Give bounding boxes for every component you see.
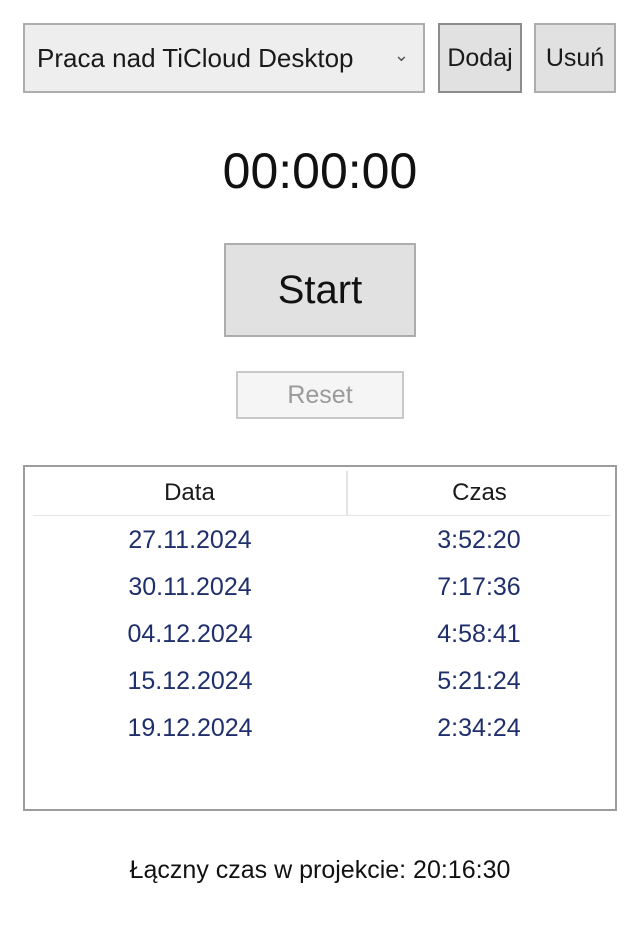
row-date: 19.12.2024: [127, 714, 253, 742]
chevron-down-icon: ⌄: [393, 45, 409, 65]
time-tracker-window: Praca nad TiCloud Desktop ⌄ Dodaj Usuń 0…: [0, 0, 640, 928]
row-time: 2:34:24: [437, 714, 521, 742]
list-rows: 27.11.2024 3:52:20 30.11.2024 7:17:36 04…: [33, 517, 611, 752]
project-select-value: Praca nad TiCloud Desktop: [37, 42, 354, 73]
row-date: 27.11.2024: [128, 526, 252, 554]
row-time: 5:21:24: [437, 667, 521, 695]
row-time: 7:17:36: [437, 573, 521, 601]
list-header: Data Czas: [33, 471, 611, 516]
list-row[interactable]: 04.12.2024 4:58:41: [33, 611, 611, 658]
row-date: 04.12.2024: [127, 620, 253, 648]
row-time: 3:52:20: [437, 526, 521, 554]
project-select[interactable]: Praca nad TiCloud Desktop ⌄: [23, 23, 425, 93]
list-row[interactable]: 30.11.2024 7:17:36: [33, 564, 611, 611]
timer-display: 00:00:00: [222, 143, 418, 199]
time-log-list[interactable]: Data Czas 27.11.2024 3:52:20 30.11.2024 …: [23, 465, 617, 811]
reset-button[interactable]: Reset: [236, 371, 404, 419]
total-time-label: Łączny czas w projekcie: 20:16:30: [129, 856, 511, 884]
remove-project-button[interactable]: Usuń: [534, 23, 616, 93]
list-row[interactable]: 15.12.2024 5:21:24: [33, 658, 611, 705]
column-header-date[interactable]: Data: [33, 471, 348, 515]
row-date: 30.11.2024: [128, 573, 252, 601]
add-project-button[interactable]: Dodaj: [438, 23, 522, 93]
row-time: 4:58:41: [437, 620, 521, 648]
row-date: 15.12.2024: [127, 667, 253, 695]
start-button[interactable]: Start: [224, 243, 416, 337]
list-row[interactable]: 19.12.2024 2:34:24: [33, 705, 611, 752]
list-row[interactable]: 27.11.2024 3:52:20: [33, 517, 611, 564]
column-header-time[interactable]: Czas: [348, 471, 611, 515]
